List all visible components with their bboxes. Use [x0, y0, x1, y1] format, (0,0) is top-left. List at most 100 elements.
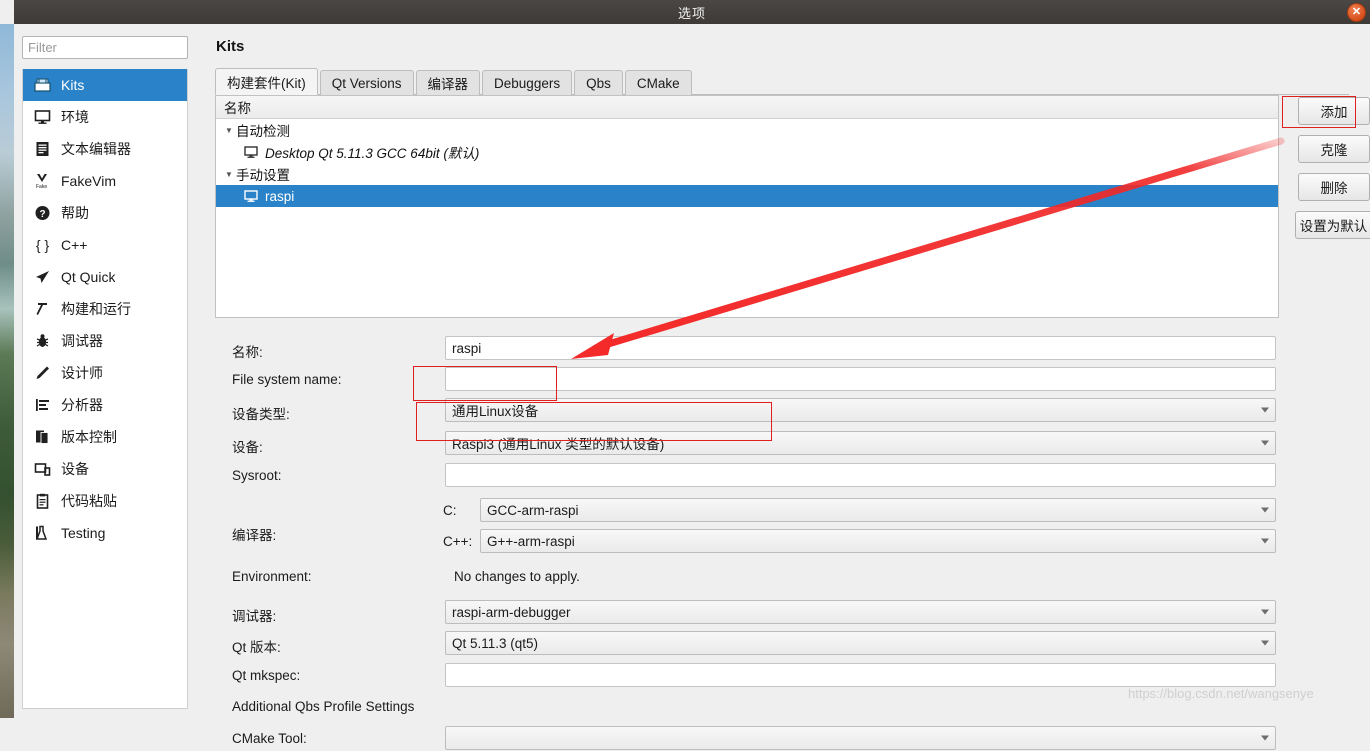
tab-compilers[interactable]: 编译器	[415, 70, 481, 95]
column-header-name: 名称	[216, 96, 1278, 119]
tab-label: CMake	[636, 75, 680, 91]
svg-text:{ }: { }	[35, 237, 49, 253]
compiler-c-select[interactable]: GCC-arm-raspi	[480, 498, 1276, 522]
file-system-name-label: File system name:	[232, 372, 342, 387]
file-system-name-input[interactable]	[445, 367, 1276, 391]
chevron-down-icon	[1261, 507, 1269, 513]
window-title: 选项	[677, 5, 706, 21]
make-default-button[interactable]: 设置为默认	[1295, 211, 1370, 239]
tree-group-manual[interactable]: ▼ 手动设置	[216, 163, 1278, 185]
name-input[interactable]: raspi	[445, 336, 1276, 360]
sidebar-item-label: Qt Quick	[61, 269, 116, 285]
sidebar-item-label: 环境	[61, 109, 89, 125]
sidebar-item-debugger[interactable]: 调试器	[23, 325, 187, 357]
page-title: Kits	[216, 38, 245, 55]
compilers-label: 编译器:	[232, 528, 277, 543]
close-icon[interactable]: ✕	[1347, 3, 1366, 22]
braces-icon: { }	[32, 235, 52, 255]
cmake-tool-label: CMake Tool:	[232, 731, 307, 746]
sidebar-item-label: 文本编辑器	[61, 141, 131, 157]
device-type-value: 通用Linux设备	[452, 404, 539, 419]
sidebar-list[interactable]: Kits 环境 文本编辑器 Fake FakeVim ? 帮助 {} C++ …	[22, 69, 188, 709]
sidebar-item-analyzer[interactable]: 分析器	[23, 389, 187, 421]
button-label: 克隆	[1320, 143, 1348, 158]
tab-qt-versions[interactable]: Qt Versions	[319, 70, 414, 95]
sidebar-item-label: Kits	[61, 77, 85, 93]
sidebar-item-code-pasting[interactable]: 代码粘贴	[23, 485, 187, 517]
kit-name: raspi	[265, 188, 295, 204]
qt-version-select[interactable]: Qt 5.11.3 (qt5)	[445, 631, 1276, 655]
bug-icon	[32, 331, 52, 351]
compiler-cpp-select[interactable]: G++-arm-raspi	[480, 529, 1276, 553]
tab-cmake[interactable]: CMake	[624, 70, 692, 95]
tree-group-label: 自动检测	[236, 124, 290, 139]
qt-mkspec-input[interactable]	[445, 663, 1276, 687]
settings-sidebar: Kits 环境 文本编辑器 Fake	[14, 24, 195, 718]
remove-button[interactable]: 删除	[1298, 173, 1370, 201]
sidebar-item-version-control[interactable]: 版本控制	[23, 421, 187, 453]
sidebar-item-help[interactable]: ? 帮助	[23, 197, 187, 229]
monitor-icon	[242, 145, 260, 159]
device-type-select[interactable]: 通用Linux设备	[445, 398, 1276, 422]
clipboard-icon	[32, 491, 52, 511]
sidebar-item-label: Testing	[61, 525, 106, 541]
kits-settings-page: Kits 构建套件(Kit) Qt Versions 编译器 Debuggers…	[195, 24, 1370, 750]
sidebar-item-label: 帮助	[61, 205, 89, 221]
sidebar-item-cpp[interactable]: { } C++	[23, 229, 187, 261]
add-button[interactable]: 添加	[1298, 97, 1370, 125]
compiler-c-value: GCC-arm-raspi	[487, 502, 579, 518]
tab-label: 编译器	[427, 77, 469, 92]
compiler-cpp-value: G++-arm-raspi	[487, 533, 575, 549]
kit-icon	[32, 75, 52, 95]
table-row[interactable]: Desktop Qt 5.11.3 GCC 64bit (默认)	[216, 141, 1278, 163]
sidebar-item-qt-quick[interactable]: Qt Quick	[23, 261, 187, 293]
watermark-text: https://blog.csdn.net/wangsenye	[1128, 686, 1314, 701]
table-row[interactable]: raspi	[216, 185, 1278, 207]
sysroot-input[interactable]	[445, 463, 1276, 487]
sidebar-item-build-and-run[interactable]: 构建和运行	[23, 293, 187, 325]
sidebar-item-environment[interactable]: 环境	[23, 101, 187, 133]
sidebar-item-kits[interactable]: Kits	[23, 69, 187, 101]
tree-group-auto-detected[interactable]: ▼ 自动检测	[216, 119, 1278, 141]
environment-value: No changes to apply.	[454, 569, 580, 584]
sidebar-item-label: 设备	[61, 461, 89, 477]
filter-field[interactable]	[22, 36, 188, 59]
qt-version-label: Qt 版本:	[232, 640, 281, 655]
kit-detail-form: 名称: raspi File system name: 设备类型: 通用Linu…	[195, 324, 1370, 750]
tab-qbs[interactable]: Qbs	[574, 70, 623, 95]
chevron-down-icon	[1261, 609, 1269, 615]
sidebar-item-label: 设计师	[61, 365, 103, 381]
tab-label: Debuggers	[494, 75, 561, 91]
button-label: 设置为默认	[1299, 219, 1368, 234]
sidebar-item-testing[interactable]: Testing	[23, 517, 187, 549]
dialog-body: Kits 环境 文本编辑器 Fake	[14, 24, 1370, 750]
kits-tabbar: 构建套件(Kit) Qt Versions 编译器 Debuggers Qbs …	[215, 68, 1349, 95]
clone-button[interactable]: 克隆	[1298, 135, 1370, 163]
debugger-select[interactable]: raspi-arm-debugger	[445, 600, 1276, 624]
sidebar-item-label: 分析器	[61, 397, 103, 413]
options-dialog-window: 选项 ✕ Kits 环境	[0, 0, 1370, 750]
chevron-down-icon[interactable]: ▼	[222, 170, 236, 179]
cmake-tool-select[interactable]	[445, 726, 1276, 750]
sidebar-item-label: C++	[61, 237, 88, 253]
search-input[interactable]	[23, 37, 187, 58]
close-glyph: ✕	[1351, 6, 1362, 18]
qt-version-value: Qt 5.11.3 (qt5)	[452, 635, 539, 651]
tab-debuggers[interactable]: Debuggers	[482, 70, 573, 95]
kit-list[interactable]: 名称 ▼ 自动检测 Desktop Qt 5.11.3 GCC 64bit (默…	[215, 95, 1279, 318]
sidebar-item-label: 代码粘贴	[61, 493, 117, 509]
chevron-down-icon	[1261, 640, 1269, 646]
chevron-down-icon[interactable]: ▼	[222, 126, 236, 135]
button-label: 删除	[1320, 181, 1348, 196]
tab-label: 构建套件(Kit)	[227, 75, 306, 91]
text-editor-icon	[32, 139, 52, 159]
flask-icon	[32, 523, 52, 543]
sidebar-item-devices[interactable]: 设备	[23, 453, 187, 485]
additional-qbs-label: Additional Qbs Profile Settings	[232, 699, 415, 714]
sidebar-item-designer[interactable]: 设计师	[23, 357, 187, 389]
sidebar-item-text-editor[interactable]: 文本编辑器	[23, 133, 187, 165]
sidebar-item-fakevim[interactable]: Fake FakeVim	[23, 165, 187, 197]
chevron-down-icon	[1261, 735, 1269, 741]
tab-build-kits[interactable]: 构建套件(Kit)	[215, 68, 318, 95]
device-select[interactable]: Raspi3 (通用Linux 类型的默认设备)	[445, 431, 1276, 455]
